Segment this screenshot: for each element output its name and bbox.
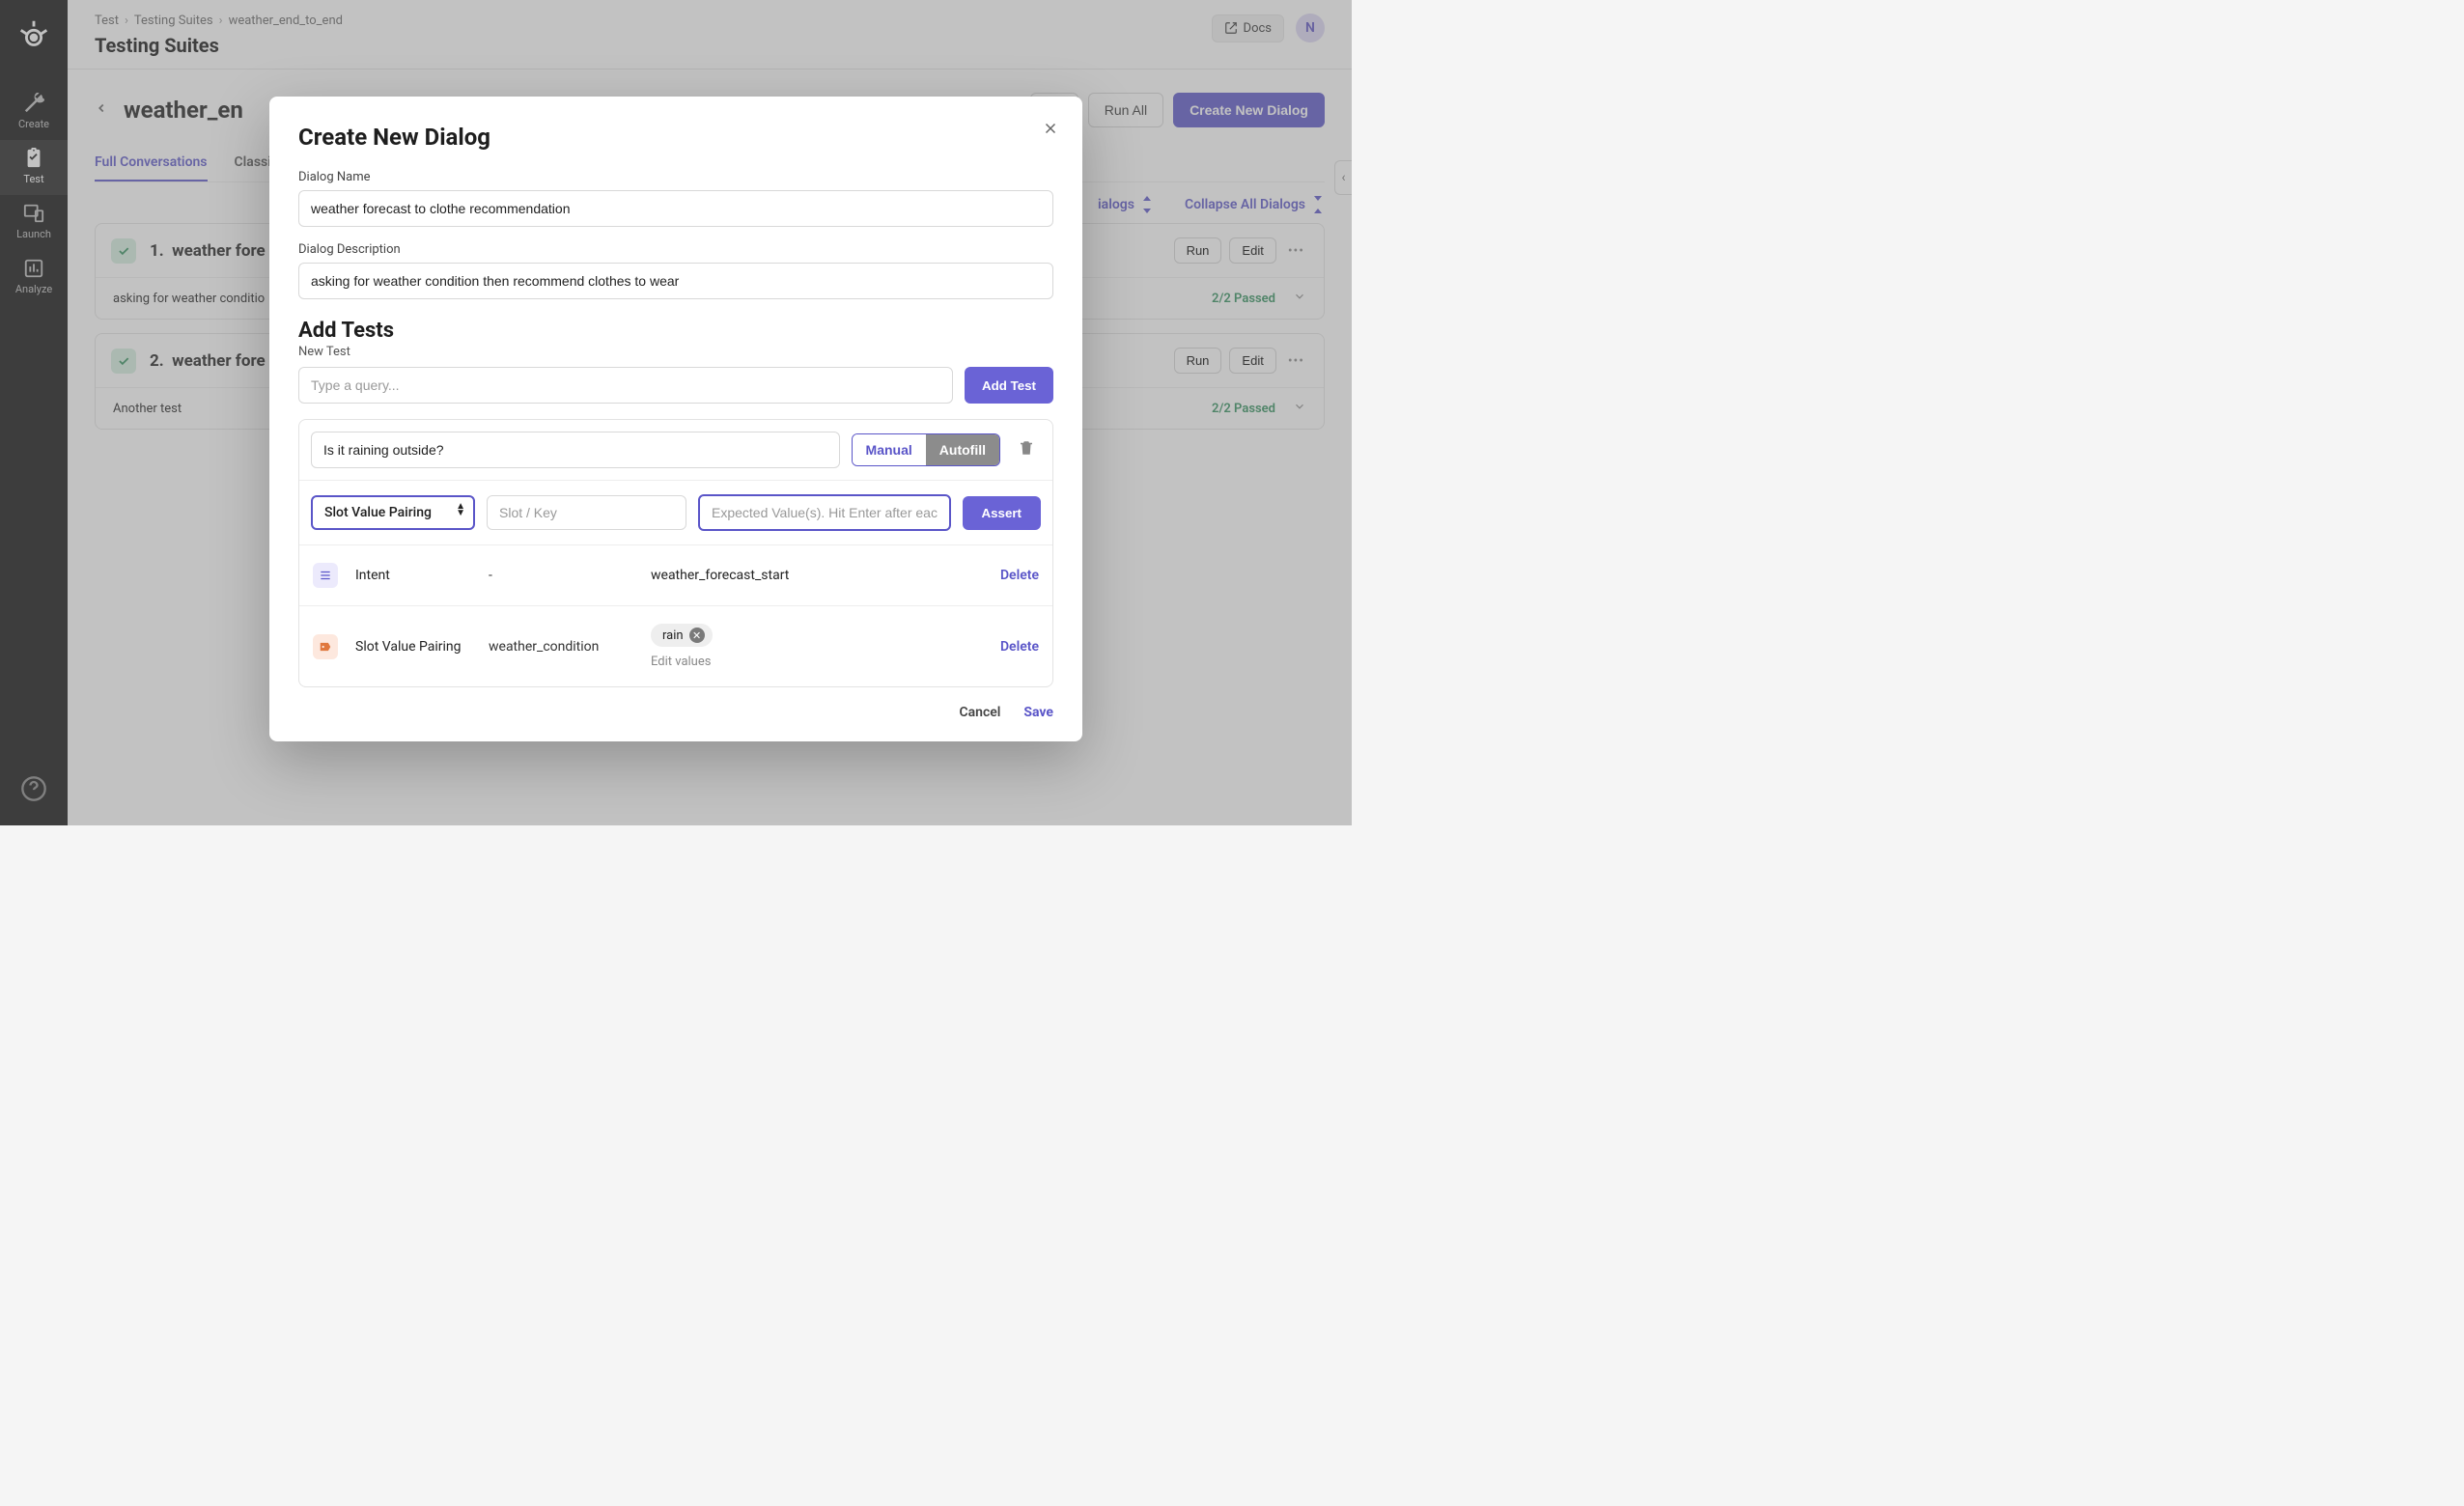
- assertion-row: Slot Value Pairing weather_condition rai…: [299, 606, 1052, 686]
- modal-title: Create New Dialog: [298, 124, 1053, 151]
- dialog-name-label: Dialog Name: [298, 170, 1053, 184]
- assertion-slot: weather_condition: [489, 639, 633, 655]
- dialog-desc-label: Dialog Description: [298, 242, 1053, 257]
- add-tests-title: Add Tests: [298, 319, 1053, 343]
- test-mode-toggle: Manual Autofill: [852, 433, 1000, 466]
- test-definition-block: Manual Autofill Slot Value Pairing ▲▼ As…: [298, 419, 1053, 687]
- create-dialog-modal: Create New Dialog Dialog Name Dialog Des…: [269, 97, 1082, 741]
- expected-values-input[interactable]: [698, 494, 951, 531]
- manual-toggle[interactable]: Manual: [853, 434, 926, 465]
- assertion-row: Intent - weather_forecast_start Delete: [299, 545, 1052, 606]
- dialog-name-input[interactable]: [298, 190, 1053, 227]
- new-test-label: New Test: [298, 345, 1053, 359]
- assert-button[interactable]: Assert: [963, 496, 1042, 530]
- trash-icon[interactable]: [1012, 433, 1041, 466]
- assertion-type: Intent: [355, 568, 471, 583]
- cancel-button[interactable]: Cancel: [959, 705, 1000, 720]
- dialog-desc-input[interactable]: [298, 263, 1053, 299]
- slot-icon: [313, 634, 338, 659]
- assertion-value: weather_forecast_start: [651, 568, 983, 583]
- select-arrows-icon: ▲▼: [456, 503, 465, 516]
- assertion-slot: -: [489, 568, 633, 583]
- assertion-type: Slot Value Pairing: [355, 639, 471, 655]
- autofill-toggle[interactable]: Autofill: [926, 434, 999, 465]
- value-tag[interactable]: rain ✕: [651, 624, 713, 647]
- edit-values-link[interactable]: Edit values: [651, 655, 983, 669]
- add-test-button[interactable]: Add Test: [965, 367, 1053, 404]
- close-icon[interactable]: [1042, 120, 1059, 141]
- remove-tag-icon[interactable]: ✕: [689, 628, 705, 643]
- test-query-input[interactable]: [311, 432, 840, 468]
- assertion-value: rain ✕ Edit values: [651, 624, 983, 669]
- assertion-type-select[interactable]: Slot Value Pairing ▲▼: [311, 495, 475, 530]
- new-test-input[interactable]: [298, 367, 953, 404]
- slot-key-input[interactable]: [487, 495, 686, 530]
- delete-assertion-link[interactable]: Delete: [1000, 568, 1039, 583]
- delete-assertion-link[interactable]: Delete: [1000, 639, 1039, 655]
- save-button[interactable]: Save: [1023, 705, 1053, 720]
- intent-icon: [313, 563, 338, 588]
- modal-overlay[interactable]: Create New Dialog Dialog Name Dialog Des…: [0, 0, 1352, 825]
